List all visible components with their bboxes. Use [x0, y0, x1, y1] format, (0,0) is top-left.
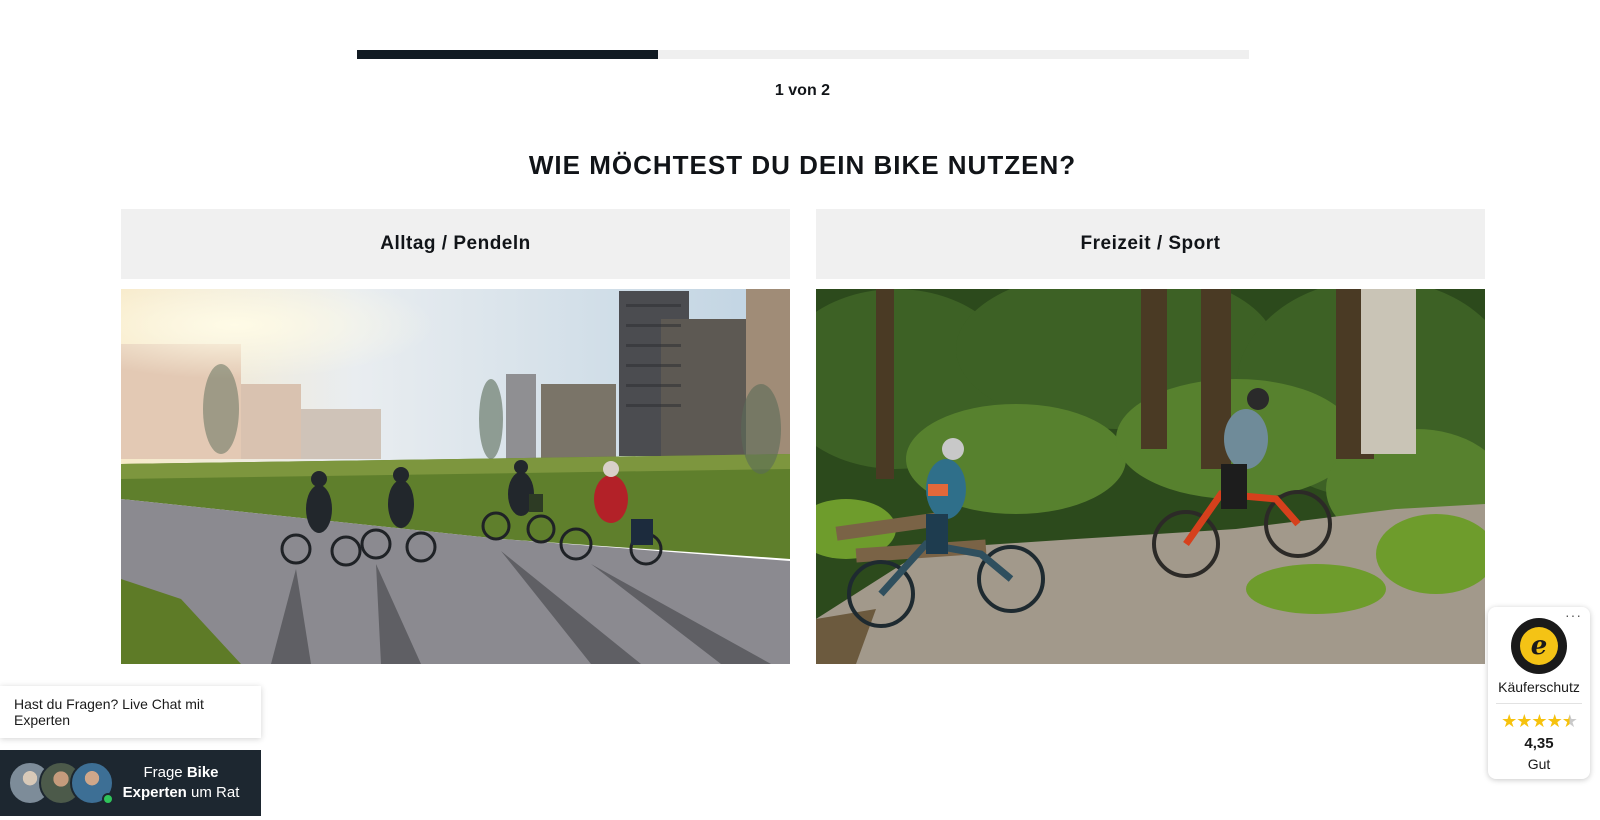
option-card-alltag-pendeln[interactable]: Alltag / Pendeln	[121, 209, 790, 664]
option-label[interactable]: Freizeit / Sport	[816, 209, 1485, 279]
rating-text: Gut	[1527, 756, 1551, 772]
progress-bar	[357, 50, 1249, 59]
star-icon: ★	[1501, 711, 1517, 731]
trusted-shops-badge[interactable]: ··· e Käuferschutz ★★★★★ 4,35 Gut	[1488, 607, 1590, 779]
rating-stars: ★★★★★	[1488, 711, 1590, 732]
question-title: WIE MÖCHTEST DU DEIN BIKE NUTZEN?	[528, 150, 1077, 180]
star-icon: ★	[1516, 711, 1532, 731]
trusted-shops-seal-icon: e	[1511, 618, 1567, 674]
half-star-icon: ★	[1561, 711, 1578, 731]
option-card-freizeit-sport[interactable]: Freizeit / Sport	[816, 209, 1485, 664]
progress-bar-fill	[357, 50, 659, 59]
online-status-indicator	[102, 793, 114, 805]
progress-counter: 1 von 2	[774, 82, 831, 99]
option-label[interactable]: Alltag / Pendeln	[121, 209, 790, 279]
ask-expert-chat-button[interactable]: Frage Bike Experten um Rat	[0, 750, 261, 816]
more-options-icon[interactable]: ···	[1565, 607, 1582, 623]
city-commute-image[interactable]	[121, 289, 790, 664]
rating-score: 4,35	[1524, 735, 1554, 752]
buyer-protection-label: Käuferschutz	[1498, 679, 1580, 695]
star-icon: ★	[1546, 711, 1563, 731]
expert-avatars	[0, 750, 118, 816]
forest-mtb-image[interactable]	[816, 289, 1485, 664]
chat-button-label: Frage Bike Experten um Rat	[122, 764, 240, 801]
star-icon: ★	[1531, 711, 1547, 731]
chat-prompt-bubble[interactable]: Hast du Fragen? Live Chat mit Experten	[0, 686, 261, 738]
divider	[1496, 703, 1582, 704]
